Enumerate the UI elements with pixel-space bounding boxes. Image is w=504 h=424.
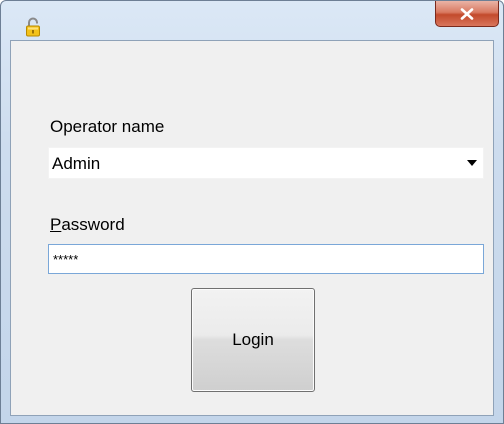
lock-open-icon xyxy=(25,17,41,37)
password-label: Password xyxy=(50,215,125,235)
password-label-text: assword xyxy=(61,215,125,234)
title-bar[interactable] xyxy=(1,1,503,41)
operator-name-dropdown[interactable]: Admin xyxy=(48,147,484,179)
close-button[interactable] xyxy=(435,1,499,27)
close-icon xyxy=(460,7,474,20)
login-window: Operator name Admin Password Login xyxy=(0,0,504,424)
password-field[interactable] xyxy=(48,244,484,274)
operator-name-value: Admin xyxy=(52,154,101,173)
operator-name-label: Operator name xyxy=(50,117,165,136)
dialog-body: Operator name Admin Password Login xyxy=(10,40,494,416)
password-label-mnemonic: P xyxy=(50,215,62,234)
chevron-down-icon[interactable] xyxy=(467,160,477,166)
login-button[interactable]: Login xyxy=(191,288,315,392)
